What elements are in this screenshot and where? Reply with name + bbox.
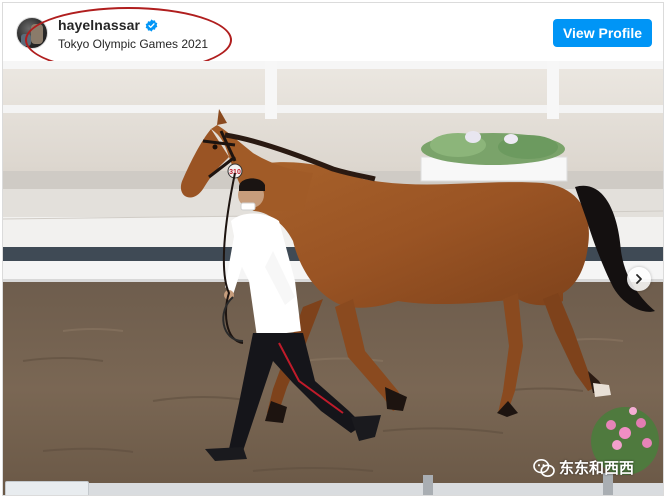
watermark: 东东和西西: [533, 457, 634, 478]
view-profile-button[interactable]: View Profile: [553, 19, 652, 47]
bottom-tab: [5, 481, 89, 495]
username[interactable]: hayelnassar: [58, 17, 140, 33]
horse-photo-illustration: 310: [3, 61, 663, 495]
watermark-text: 东东和西西: [559, 460, 635, 477]
post-header: hayelnassar Tokyo Olympic Games 2021 Vie…: [3, 3, 663, 73]
post-location[interactable]: Tokyo Olympic Games 2021: [58, 37, 208, 51]
avatar[interactable]: [16, 17, 48, 49]
chevron-right-icon: [636, 274, 642, 284]
post-photo[interactable]: 310 东东和西西: [3, 61, 663, 495]
username-row: hayelnassar: [58, 17, 158, 33]
next-photo-button[interactable]: [627, 267, 651, 291]
wechat-icon: [533, 458, 555, 477]
verified-badge-icon: [145, 18, 158, 32]
instagram-post: hayelnassar Tokyo Olympic Games 2021 Vie…: [2, 2, 664, 496]
